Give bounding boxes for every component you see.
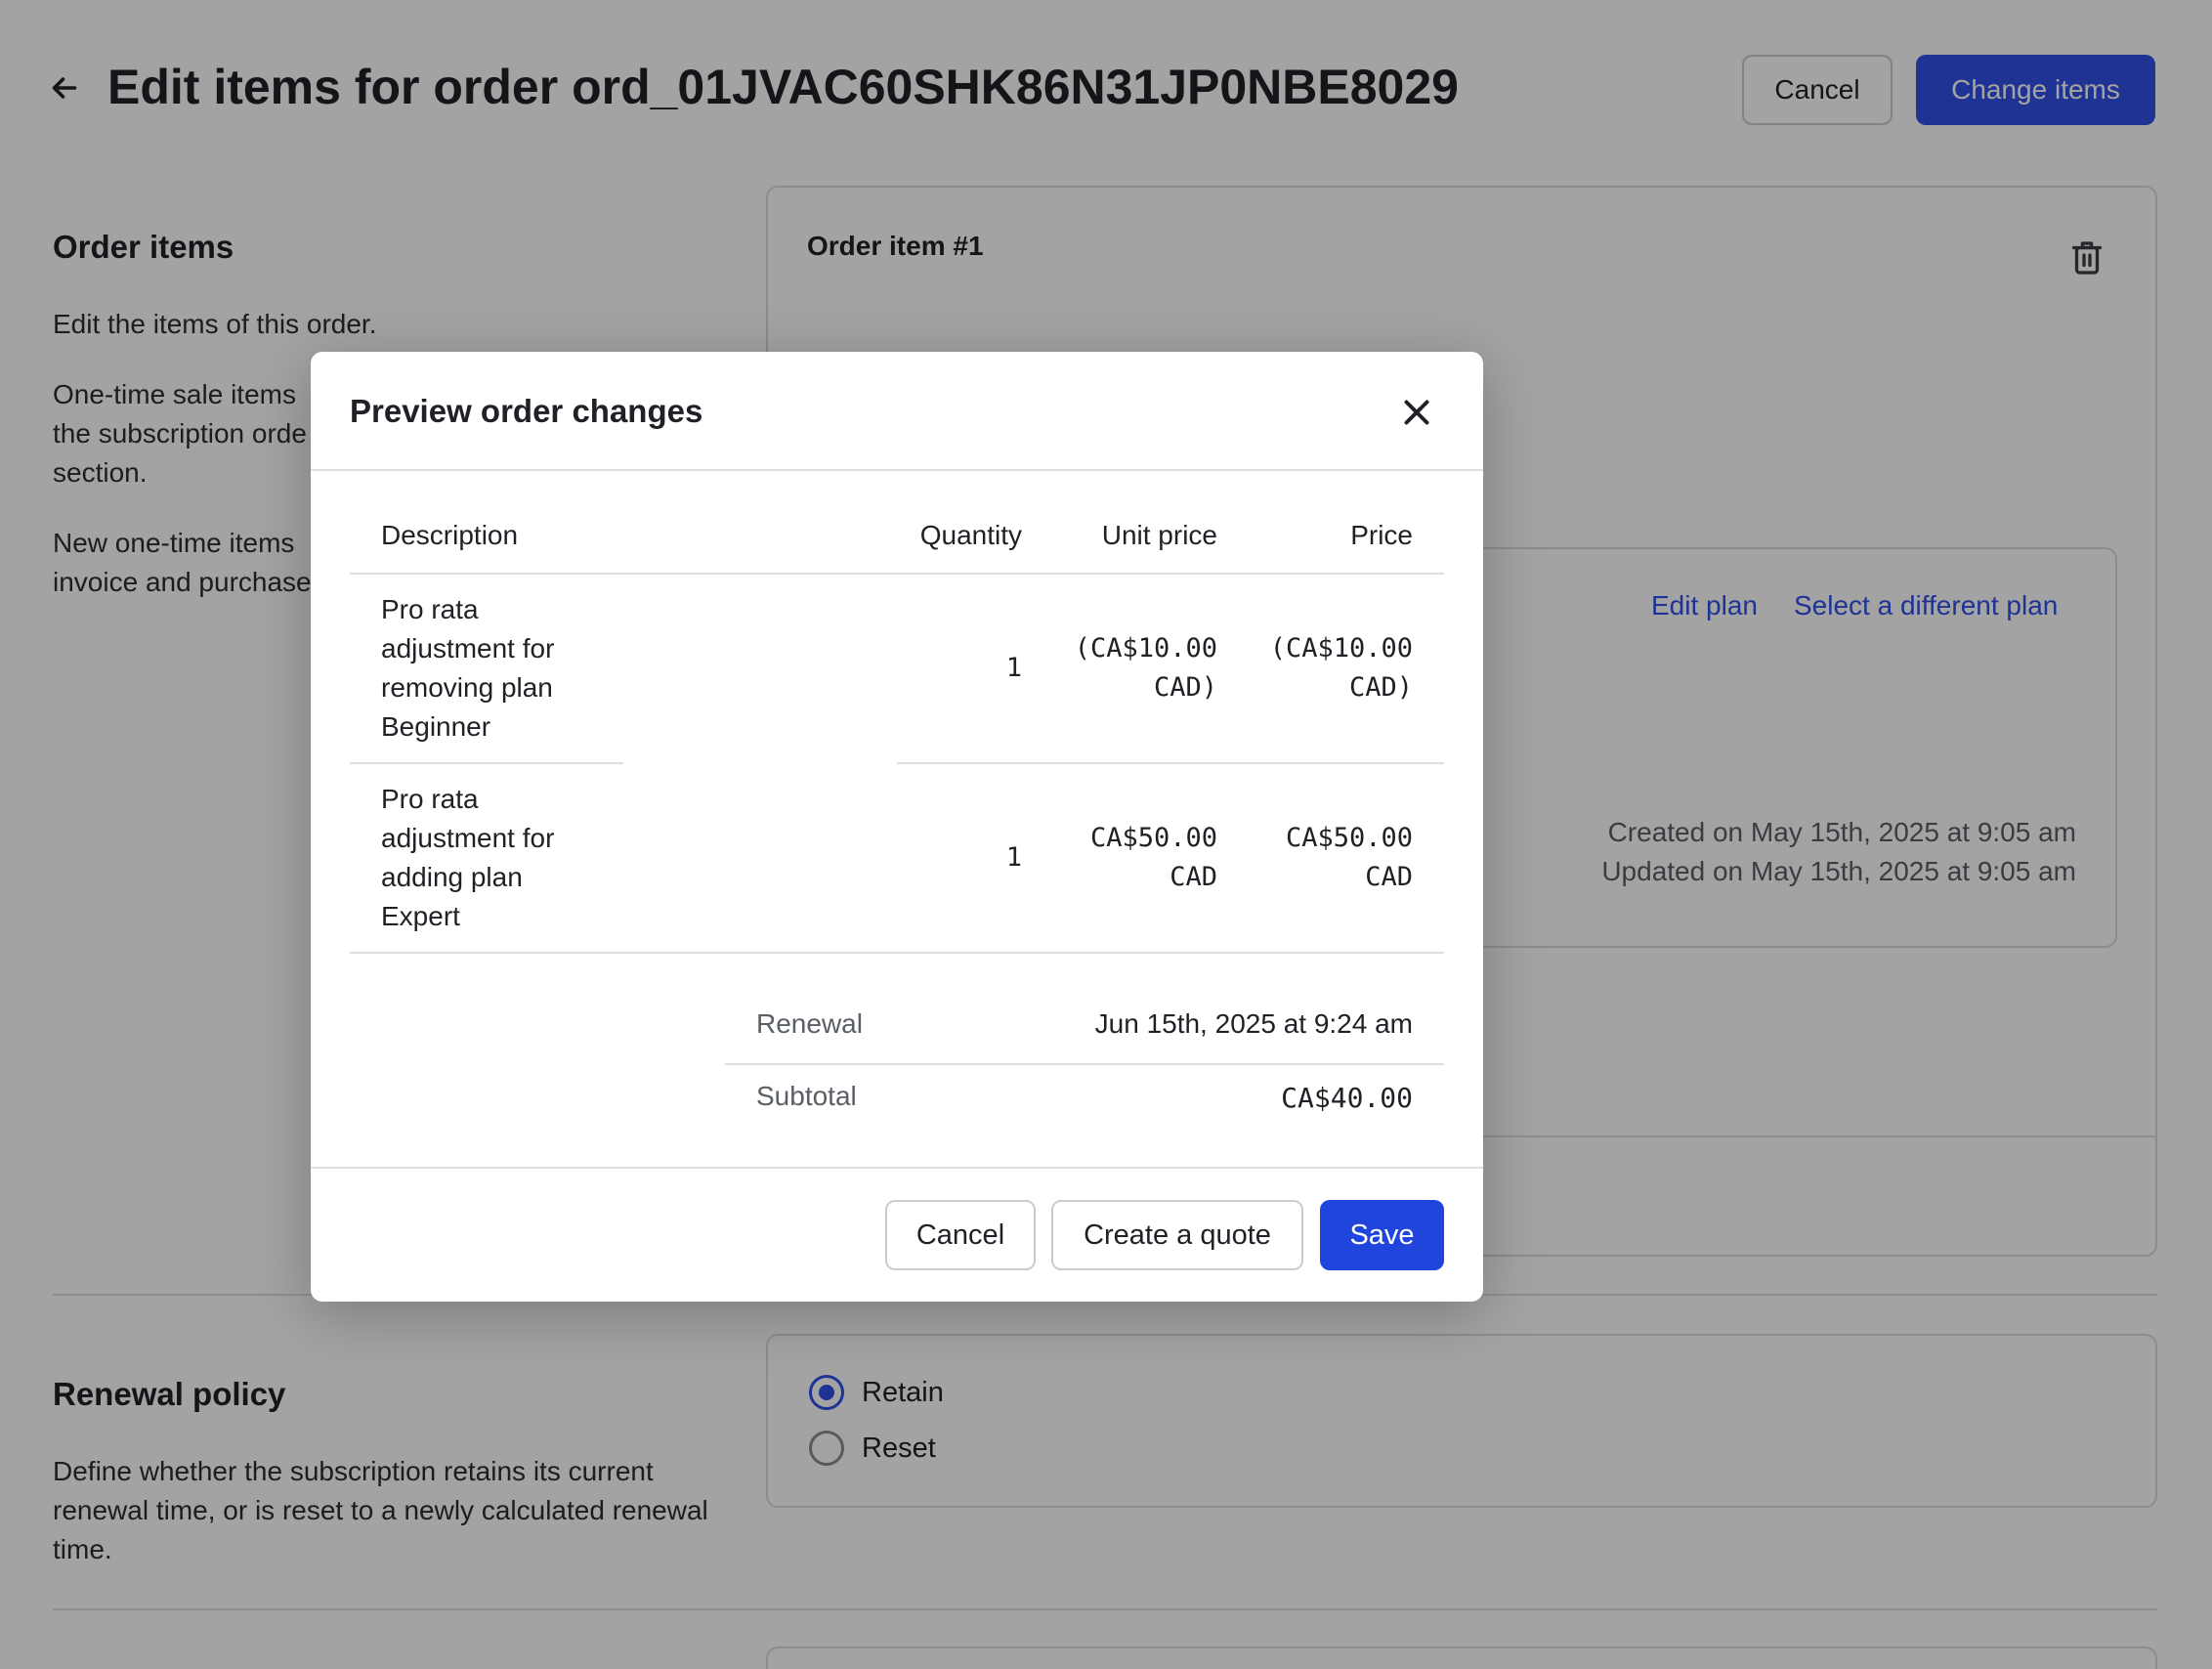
row-1-description: Pro rata adjustment for removing plan Be… bbox=[381, 594, 555, 742]
table-header-divider bbox=[350, 573, 1444, 575]
row-2-quantity: 1 bbox=[1005, 842, 1022, 873]
modal-footer-divider bbox=[311, 1167, 1483, 1169]
modal-title: Preview order changes bbox=[350, 393, 703, 429]
row-2-price: CA$50.00 bbox=[1285, 823, 1413, 853]
row-1-quantity: 1 bbox=[1005, 653, 1022, 683]
modal-cancel-button[interactable]: Cancel bbox=[885, 1200, 1036, 1270]
row-1-unit-price: (CA$10.00 bbox=[1074, 633, 1217, 663]
col-quantity: Quantity bbox=[919, 520, 1022, 550]
row-2-unit-price: CA$50.00 bbox=[1089, 823, 1217, 853]
col-description: Description bbox=[381, 520, 519, 550]
row-1-divider-right bbox=[897, 762, 1444, 764]
col-price: Price bbox=[1350, 520, 1413, 550]
modal-header-divider bbox=[311, 469, 1483, 471]
row-1-unit-price-currency: CAD) bbox=[1153, 672, 1217, 703]
renewal-value: Jun 15th, 2025 at 9:24 am bbox=[1094, 1008, 1413, 1039]
preview-order-changes-dialog: Preview order changes Description Quanti… bbox=[311, 352, 1483, 1302]
summary-divider bbox=[725, 1063, 1444, 1065]
save-button[interactable]: Save bbox=[1320, 1200, 1444, 1270]
subtotal-value: CA$40.00 bbox=[1281, 1082, 1413, 1114]
row-1-price: (CA$10.00 bbox=[1269, 633, 1413, 663]
row-2-price-currency: CAD bbox=[1365, 862, 1413, 892]
renewal-label: Renewal bbox=[756, 1008, 863, 1039]
row-2-description: Pro rata adjustment for adding plan Expe… bbox=[381, 784, 555, 931]
row-1-divider-left bbox=[350, 762, 623, 764]
row-2-unit-price-currency: CAD bbox=[1170, 862, 1217, 892]
subtotal-label: Subtotal bbox=[756, 1081, 857, 1111]
create-quote-button[interactable]: Create a quote bbox=[1051, 1200, 1303, 1270]
close-icon[interactable] bbox=[1399, 395, 1434, 430]
row-2-divider bbox=[350, 952, 1444, 954]
row-1-price-currency: CAD) bbox=[1348, 672, 1413, 703]
col-unit-price: Unit price bbox=[1101, 520, 1217, 550]
